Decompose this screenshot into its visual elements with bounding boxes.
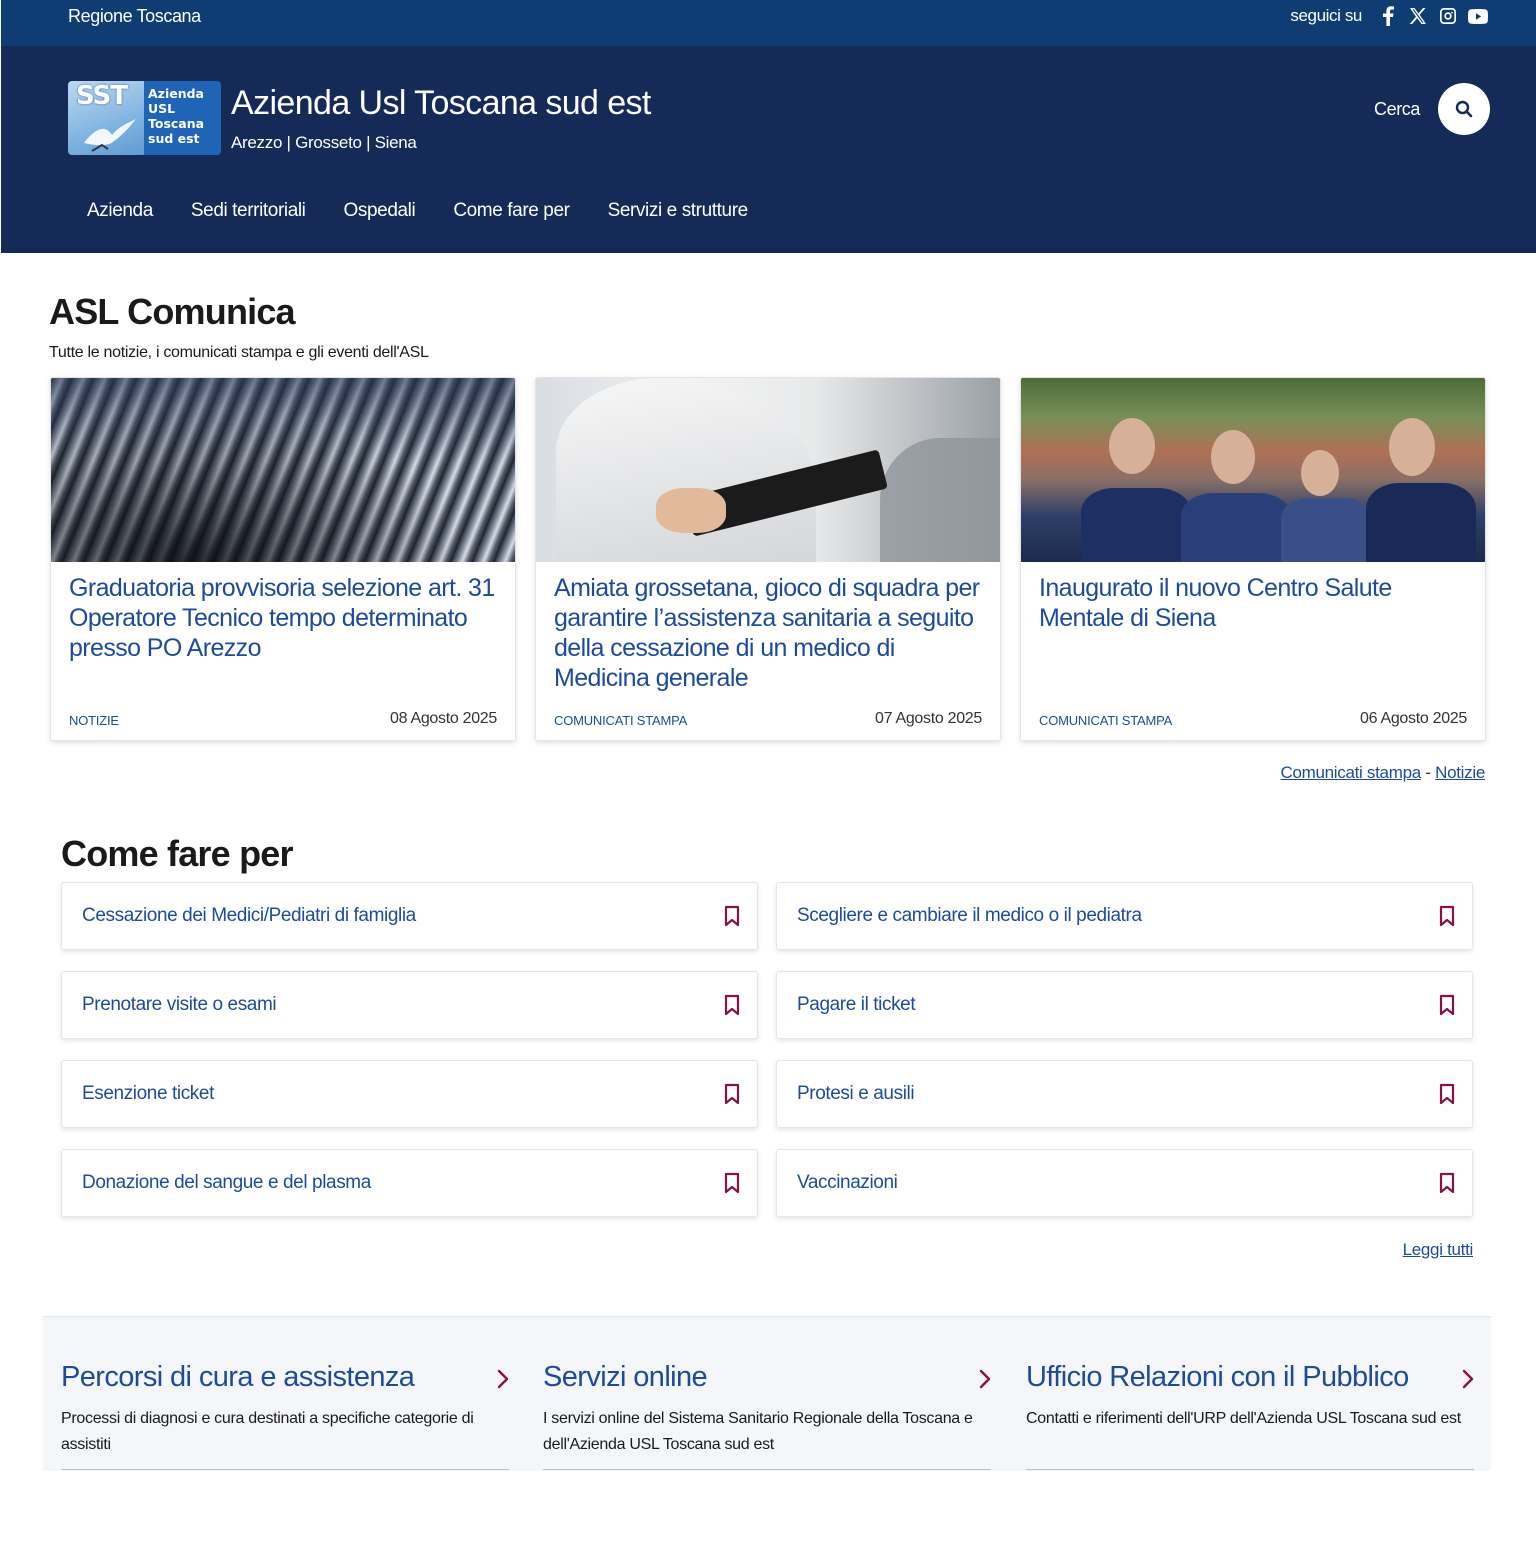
nav-item-servizi-e-strutture[interactable]: Servizi e strutture — [608, 200, 749, 222]
come-fare-tile[interactable]: Cessazione dei Medici/Pediatri di famigl… — [61, 882, 758, 950]
logo-text-line: USL — [148, 101, 176, 116]
come-fare-tile[interactable]: Donazione del sangue e del plasma — [61, 1149, 758, 1217]
divider — [1026, 1469, 1474, 1470]
read-all-link[interactable]: Leggi tutti — [1403, 1240, 1474, 1260]
logo-text-line: Azienda — [148, 86, 204, 101]
tile-label[interactable]: Donazione del sangue e del plasma — [82, 1172, 371, 1194]
section-subtitle: Tutte le notizie, i comunicati stampa e … — [49, 344, 429, 361]
youtube-icon[interactable] — [1468, 5, 1488, 27]
highlight-card[interactable]: Ufficio Relazioni con il Pubblico Contat… — [1026, 1361, 1474, 1470]
instagram-icon[interactable] — [1438, 5, 1458, 27]
tile-label[interactable]: Esenzione ticket — [82, 1083, 214, 1105]
site-logo[interactable]: SST Azienda USL Toscana sud est — [68, 81, 221, 155]
nav-item-come-fare-per[interactable]: Come fare per — [453, 200, 570, 222]
tile-label[interactable]: Pagare il ticket — [797, 994, 916, 1016]
card-title[interactable]: Inaugurato il nuovo Centro Salute Mental… — [1039, 573, 1467, 633]
facebook-icon[interactable] — [1378, 5, 1398, 27]
site-title[interactable]: Azienda Usl Toscana sud est — [231, 84, 651, 123]
divider — [61, 1469, 509, 1470]
bookmark-icon — [1439, 994, 1455, 1016]
chevron-right-icon — [979, 1369, 991, 1389]
news-card[interactable]: Amiata grossetana, gioco di squadra per … — [535, 377, 1001, 741]
bookmark-icon — [724, 994, 740, 1016]
section-title-asl-comunica: ASL Comunica — [49, 291, 296, 332]
comunicati-stampa-link[interactable]: Comunicati stampa — [1280, 763, 1421, 782]
come-fare-tile[interactable]: Vaccinazioni — [776, 1149, 1473, 1217]
highlight-title[interactable]: Ufficio Relazioni con il Pubblico — [1026, 1361, 1474, 1394]
search-icon — [1455, 100, 1473, 118]
tile-label[interactable]: Scegliere e cambiare il medico o il pedi… — [797, 905, 1142, 927]
card-date: 08 Agosto 2025 — [389, 710, 497, 727]
search-button[interactable] — [1438, 83, 1490, 135]
bookmark-icon — [724, 905, 740, 927]
site-subtitle: Arezzo | Grosseto | Siena — [231, 133, 417, 152]
card-title[interactable]: Amiata grossetana, gioco di squadra per … — [554, 573, 982, 693]
highlight-title[interactable]: Servizi online — [543, 1361, 991, 1394]
highlight-title[interactable]: Percorsi di cura e assistenza — [61, 1361, 509, 1394]
chevron-right-icon — [497, 1369, 509, 1389]
site-header: SST Azienda USL Toscana sud est Azienda … — [1, 46, 1536, 253]
bookmark-icon — [1439, 1083, 1455, 1105]
come-fare-tile[interactable]: Scegliere e cambiare il medico o il pedi… — [776, 882, 1473, 950]
section-title-come-fare-per: Come fare per — [61, 833, 293, 874]
highlight-card[interactable]: Percorsi di cura e assistenza Processi d… — [61, 1361, 509, 1470]
main-nav: Azienda Sedi territoriali Ospedali Come … — [87, 200, 786, 222]
region-link[interactable]: Regione Toscana — [68, 6, 201, 27]
card-category[interactable]: COMUNICATI STAMPA — [554, 713, 687, 728]
tile-label[interactable]: Vaccinazioni — [797, 1172, 898, 1194]
logo-text-line: sud est — [148, 131, 200, 146]
x-icon[interactable] — [1408, 5, 1428, 27]
come-fare-tile[interactable]: Esenzione ticket — [61, 1060, 758, 1128]
come-fare-tile[interactable]: Protesi e ausili — [776, 1060, 1473, 1128]
bookmark-icon — [724, 1083, 740, 1105]
divider — [543, 1469, 991, 1470]
follow-label: seguici su — [1290, 6, 1362, 25]
logo-text: Azienda USL Toscana sud est — [144, 81, 221, 155]
card-image — [536, 378, 1000, 562]
highlight-description: Contatti e riferimenti dell'URP dell'Azi… — [1026, 1410, 1461, 1427]
nav-item-sedi-territoriali[interactable]: Sedi territoriali — [191, 200, 306, 222]
card-title[interactable]: Graduatoria provvisoria selezione art. 3… — [69, 573, 497, 663]
tile-label[interactable]: Protesi e ausili — [797, 1083, 915, 1105]
bookmark-icon — [1439, 905, 1455, 927]
search-label[interactable]: Cerca — [1374, 99, 1420, 120]
news-links: Comunicati stampa - Notizie — [1280, 763, 1485, 783]
news-card[interactable]: Graduatoria provvisoria selezione art. 3… — [50, 377, 516, 741]
link-separator: - — [1425, 763, 1431, 782]
card-image — [51, 378, 515, 562]
notizie-link[interactable]: Notizie — [1435, 763, 1485, 782]
tile-label[interactable]: Prenotare visite o esami — [82, 994, 277, 1016]
bookmark-icon — [1439, 1172, 1455, 1194]
logo-text-line: Toscana — [148, 116, 205, 131]
come-fare-tile[interactable]: Prenotare visite o esami — [61, 971, 758, 1039]
tile-label[interactable]: Cessazione dei Medici/Pediatri di famigl… — [82, 905, 416, 927]
social-follow: seguici su — [1290, 5, 1488, 27]
card-image — [1021, 378, 1485, 562]
nav-item-azienda[interactable]: Azienda — [87, 200, 153, 222]
news-card[interactable]: Inaugurato il nuovo Centro Salute Mental… — [1020, 377, 1486, 741]
highlight-card[interactable]: Servizi online I servizi online del Sist… — [543, 1361, 991, 1470]
nav-item-ospedali[interactable]: Ospedali — [344, 200, 416, 222]
card-date: 06 Agosto 2025 — [1359, 710, 1467, 727]
come-fare-tile[interactable]: Pagare il ticket — [776, 971, 1473, 1039]
card-category[interactable]: COMUNICATI STAMPA — [1039, 713, 1172, 728]
chevron-right-icon — [1462, 1369, 1474, 1389]
logo-image: SST — [68, 81, 144, 155]
highlight-description: Processi di diagnosi e cura destinati a … — [61, 1410, 474, 1453]
top-bar: Regione Toscana seguici su — [1, 0, 1536, 46]
card-category[interactable]: NOTIZIE — [69, 713, 119, 728]
highlight-description: I servizi online del Sistema Sanitario R… — [543, 1410, 973, 1453]
highlights-section: Percorsi di cura e assistenza Processi d… — [43, 1316, 1491, 1471]
seagull-icon — [84, 119, 136, 152]
logo-mark: SST — [76, 81, 128, 111]
card-date: 07 Agosto 2025 — [874, 710, 982, 727]
bookmark-icon — [724, 1172, 740, 1194]
